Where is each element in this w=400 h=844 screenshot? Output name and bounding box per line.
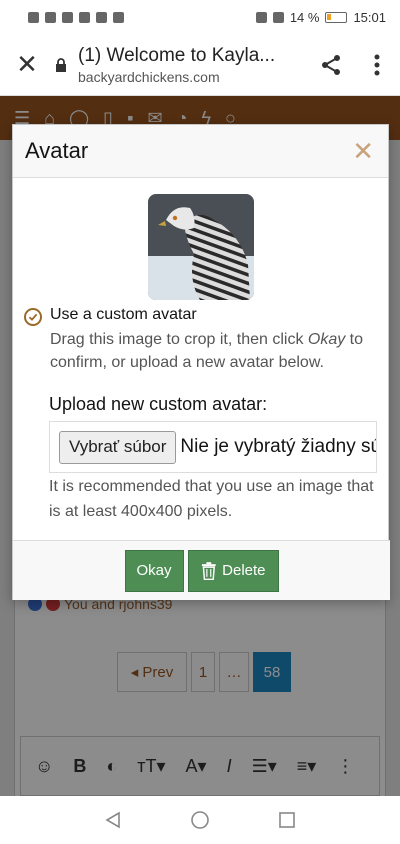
radio-check-icon[interactable] <box>24 308 42 326</box>
bluetooth-icon <box>255 11 267 23</box>
share-icon[interactable] <box>308 54 354 76</box>
overflow-menu-icon[interactable] <box>354 54 400 76</box>
trash-icon <box>201 561 216 580</box>
whatsapp-icon <box>62 11 73 23</box>
url-display[interactable]: (1) Welcome to Kayla... backyardchickens… <box>78 45 308 85</box>
wifi-icon <box>45 11 56 23</box>
choose-file-button[interactable]: Vybrať súbor <box>59 430 177 464</box>
eye-icon <box>79 11 90 23</box>
close-tab-icon[interactable]: ✕ <box>0 49 54 80</box>
size-hint: It is recommended that you use an image … <box>49 478 374 520</box>
lock-icon <box>54 57 68 72</box>
signal-icon <box>28 11 39 23</box>
custom-avatar-label: Use a custom avatar <box>50 306 197 323</box>
dialog-footer: Okay Delete <box>13 540 390 600</box>
file-status: Nie je vybratý žiadny súbor <box>180 436 376 457</box>
crop-hint: Drag this image to crop it, then click O… <box>50 331 364 371</box>
mute-icon <box>272 11 284 23</box>
clock: 15:01 <box>353 9 386 25</box>
back-icon[interactable] <box>104 811 122 829</box>
delete-label: Delete <box>222 562 266 579</box>
system-nav-bar <box>0 796 400 844</box>
custom-avatar-option[interactable]: Use a custom avatar Drag this image to c… <box>24 306 384 374</box>
battery-percent: 14 % <box>289 9 320 25</box>
delete-button[interactable]: Delete <box>187 549 279 592</box>
close-icon[interactable]: ✕ <box>352 138 374 164</box>
sim-icon <box>113 11 124 23</box>
avatar-dialog: Avatar ✕ Use a custom avatar Drag this i… <box>12 124 390 600</box>
dialog-title: Avatar <box>25 138 89 163</box>
recents-icon[interactable] <box>278 811 296 829</box>
page-title: (1) Welcome to Kayla... <box>78 44 276 66</box>
upload-label: Upload new custom avatar: <box>49 394 268 414</box>
dialog-header: Avatar ✕ <box>13 125 388 178</box>
file-input[interactable]: Vybrať súbor Nie je vybratý žiadny súbor <box>49 421 377 473</box>
battery-icon <box>325 11 348 23</box>
status-icons-right: 14 % 15:01 <box>255 9 386 25</box>
avatar-preview-image[interactable] <box>148 194 254 300</box>
status-icons-left <box>28 11 124 23</box>
okay-button[interactable]: Okay <box>124 549 184 592</box>
page-domain: backyardchickens.com <box>78 68 220 85</box>
home-button-icon[interactable] <box>190 810 210 830</box>
status-bar: 14 % 15:01 <box>0 0 400 34</box>
browser-toolbar: ✕ (1) Welcome to Kayla... backyardchicke… <box>0 34 400 96</box>
missed-call-icon <box>96 11 107 23</box>
